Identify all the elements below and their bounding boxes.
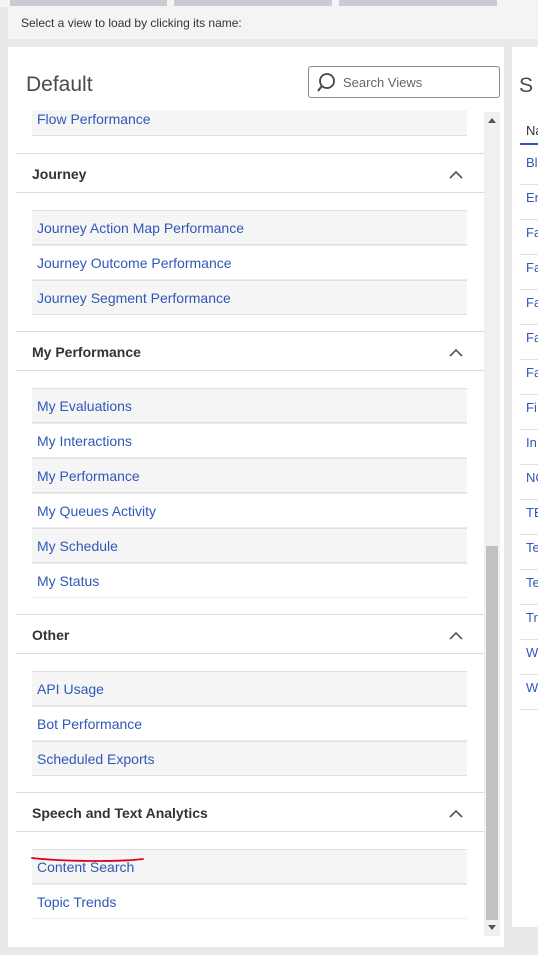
view-item-flow-performance[interactable]: Flow Performance bbox=[32, 110, 467, 136]
saved-view-row[interactable]: Fi bbox=[526, 400, 538, 415]
chevron-up-icon[interactable] bbox=[448, 807, 464, 819]
saved-view-row[interactable]: Fa bbox=[526, 260, 538, 275]
view-item-journey-action-map-performance[interactable]: Journey Action Map Performance bbox=[32, 210, 467, 245]
saved-views-heading: S bbox=[519, 74, 534, 97]
view-item-my-evaluations[interactable]: My Evaluations bbox=[32, 388, 467, 423]
saved-view-row-divider bbox=[520, 254, 538, 255]
saved-view-row-divider bbox=[520, 394, 538, 395]
scroll-thumb[interactable] bbox=[486, 546, 498, 920]
view-item-label: Journey Outcome Performance bbox=[37, 255, 232, 271]
saved-view-row[interactable]: Tr bbox=[526, 610, 538, 625]
instruction-text: Select a view to load by clicking its na… bbox=[21, 16, 242, 30]
view-item-label: My Status bbox=[37, 573, 100, 589]
view-item-my-queues-activity[interactable]: My Queues Activity bbox=[32, 493, 467, 528]
search-input[interactable] bbox=[343, 73, 493, 91]
chevron-up-icon[interactable] bbox=[448, 629, 464, 641]
top-tab-strip bbox=[0, 0, 538, 7]
saved-view-row-divider bbox=[520, 639, 538, 640]
saved-view-row-divider bbox=[520, 674, 538, 675]
instruction-bar: Select a view to load by clicking its na… bbox=[8, 7, 538, 39]
view-item-label: My Performance bbox=[37, 468, 140, 484]
top-tab-2[interactable] bbox=[174, 0, 332, 6]
top-tab-1[interactable] bbox=[10, 0, 167, 6]
saved-view-row-divider bbox=[520, 289, 538, 290]
saved-view-row-divider bbox=[520, 499, 538, 500]
view-item-label: My Queues Activity bbox=[37, 503, 157, 519]
view-item-label: My Evaluations bbox=[37, 398, 132, 414]
view-item-journey-outcome-performance[interactable]: Journey Outcome Performance bbox=[32, 245, 467, 280]
saved-view-row-divider bbox=[520, 604, 538, 605]
group-header-speech-and-text-analytics[interactable]: Speech and Text Analytics bbox=[16, 792, 484, 832]
view-item-my-performance[interactable]: My Performance bbox=[32, 458, 467, 493]
saved-view-row-divider bbox=[520, 324, 538, 325]
saved-view-row-divider bbox=[520, 569, 538, 570]
view-item-label: Flow Performance bbox=[37, 111, 151, 127]
saved-view-row-divider bbox=[520, 709, 538, 710]
group-title: Speech and Text Analytics bbox=[32, 805, 208, 821]
saved-view-row-divider bbox=[520, 429, 538, 430]
search-icon bbox=[317, 73, 335, 92]
search-box[interactable] bbox=[308, 66, 500, 98]
group-header-journey[interactable]: Journey bbox=[16, 153, 484, 193]
saved-view-row[interactable]: W bbox=[526, 680, 538, 695]
views-panel: Default Flow Performance Journey Journey… bbox=[8, 47, 504, 947]
saved-view-row[interactable]: Te bbox=[526, 575, 538, 590]
group-header-other[interactable]: Other bbox=[16, 614, 484, 654]
chevron-up-icon[interactable] bbox=[448, 168, 464, 180]
group-header-my-performance[interactable]: My Performance bbox=[16, 331, 484, 371]
top-tab-3[interactable] bbox=[339, 0, 497, 6]
group-title: My Performance bbox=[32, 344, 141, 360]
saved-view-row[interactable]: NC bbox=[526, 470, 538, 485]
view-item-topic-trends[interactable]: Topic Trends bbox=[32, 884, 467, 919]
view-item-label: My Schedule bbox=[37, 538, 118, 554]
view-item-my-status[interactable]: My Status bbox=[32, 563, 467, 598]
saved-view-row-divider bbox=[520, 534, 538, 535]
saved-view-row[interactable]: Te bbox=[526, 540, 538, 555]
view-item-my-interactions[interactable]: My Interactions bbox=[32, 423, 467, 458]
view-item-journey-segment-performance[interactable]: Journey Segment Performance bbox=[32, 280, 467, 315]
view-item-api-usage[interactable]: API Usage bbox=[32, 671, 467, 706]
saved-view-row[interactable]: En bbox=[526, 190, 538, 205]
chevron-up-icon[interactable] bbox=[448, 346, 464, 358]
saved-view-row-divider bbox=[520, 184, 538, 185]
view-item-label: My Interactions bbox=[37, 433, 132, 449]
saved-view-row[interactable]: W bbox=[526, 645, 538, 660]
view-item-label: API Usage bbox=[37, 681, 104, 697]
view-item-label: Scheduled Exports bbox=[37, 751, 155, 767]
group-title: Other bbox=[32, 627, 70, 643]
saved-view-row-divider bbox=[520, 464, 538, 465]
vertical-scrollbar[interactable] bbox=[484, 112, 500, 936]
view-list: Flow Performance Journey Journey Action … bbox=[8, 110, 484, 936]
saved-view-row[interactable]: Fa bbox=[526, 330, 538, 345]
view-item-label: Bot Performance bbox=[37, 716, 143, 732]
group-title: Journey bbox=[32, 166, 87, 182]
view-item-label: Journey Segment Performance bbox=[37, 290, 231, 306]
saved-view-row[interactable]: Bl bbox=[526, 155, 538, 170]
saved-view-row[interactable]: Fa bbox=[526, 225, 538, 240]
scroll-down-arrow-icon[interactable] bbox=[488, 925, 496, 930]
saved-view-row[interactable]: TE bbox=[526, 505, 538, 520]
panel-title: Default bbox=[26, 73, 93, 96]
view-item-label: Journey Action Map Performance bbox=[37, 220, 244, 236]
view-item-label: Topic Trends bbox=[37, 894, 117, 910]
saved-view-row[interactable]: In bbox=[526, 435, 538, 450]
column-header-underline bbox=[520, 143, 538, 145]
saved-view-row-divider bbox=[520, 219, 538, 220]
view-item-bot-performance[interactable]: Bot Performance bbox=[32, 706, 467, 741]
saved-view-row[interactable]: Fa bbox=[526, 365, 538, 380]
red-underline-annotation bbox=[31, 857, 144, 862]
scroll-up-arrow-icon[interactable] bbox=[488, 118, 496, 123]
saved-view-row[interactable]: Fa bbox=[526, 295, 538, 310]
saved-views-panel: S Na Bl En Fa Fa Fa Fa Fa Fi In NC TE Te Te Tr W W bbox=[512, 47, 538, 927]
view-item-my-schedule[interactable]: My Schedule bbox=[32, 528, 467, 563]
view-item-scheduled-exports[interactable]: Scheduled Exports bbox=[32, 741, 467, 776]
name-column-header[interactable]: Na bbox=[526, 123, 538, 138]
saved-view-row-divider bbox=[520, 359, 538, 360]
